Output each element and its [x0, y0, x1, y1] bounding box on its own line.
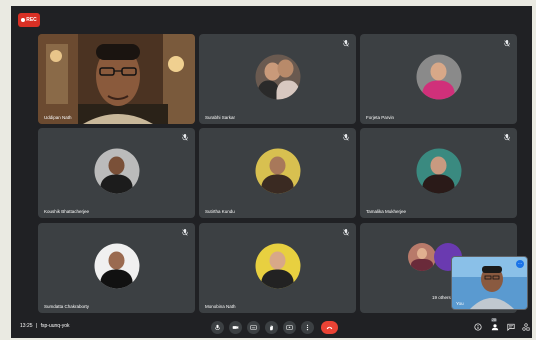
people-button[interactable]: 28 [490, 318, 499, 332]
info-icon [473, 323, 482, 331]
participant-tile[interactable]: Sumdatta Chakraborty [38, 223, 195, 313]
participant-tile[interactable]: Surabhi Sarkar [199, 34, 356, 124]
participant-avatar [255, 243, 300, 289]
participant-tile[interactable]: Sutirtha Kundu [199, 128, 356, 218]
record-dot-icon [21, 18, 26, 22]
participant-name: Tamalika Mukherjee [366, 209, 407, 214]
bottom-bar: 13:25 | fsp-uunq-yok 28 [11, 318, 532, 338]
more-options-icon[interactable]: ⋯ [516, 260, 524, 268]
participant-video [38, 34, 195, 124]
meet-window: REC Uddipan Nath Surabhi Sarkar Forjeta … [11, 6, 532, 338]
meeting-separator: | [35, 323, 38, 329]
mic-off-icon [343, 229, 349, 236]
participant-avatar [94, 148, 139, 194]
present-screen-button[interactable] [283, 321, 296, 334]
participant-name: Surabhi Sarkar [205, 115, 236, 120]
others-count: 19 others [432, 295, 451, 300]
mic-off-icon [182, 134, 188, 141]
end-call-icon [326, 326, 333, 330]
participant-tile[interactable]: Koushik Bhattacherjee [38, 128, 195, 218]
chat-icon [506, 323, 515, 331]
participant-avatar [255, 54, 300, 100]
recording-label: REC [26, 17, 37, 23]
raise-hand-button[interactable] [265, 321, 278, 334]
mic-off-icon [343, 134, 349, 141]
self-label: You [456, 301, 464, 306]
raise-hand-icon [270, 325, 273, 331]
participant-name: Uddipan Nath [44, 115, 72, 120]
mic-off-icon [504, 134, 510, 141]
mic-off-icon [182, 229, 188, 236]
participant-avatar [94, 243, 139, 289]
microphone-icon [215, 324, 220, 330]
participant-tile[interactable]: Uddipan Nath [38, 34, 195, 124]
meeting-code: fsp-uunq-yok [40, 323, 70, 329]
chat-button[interactable] [506, 322, 515, 332]
self-view[interactable]: ⋯ You [451, 256, 528, 310]
participant-tile[interactable]: Tamalika Mukherjee [360, 128, 517, 218]
others-avatar [408, 243, 436, 271]
captions-button[interactable] [247, 321, 260, 334]
people-icon [491, 324, 498, 331]
more-options-button[interactable] [301, 321, 314, 334]
participant-tile[interactable]: Forjeta Parvin [360, 34, 517, 124]
camera-button[interactable] [229, 321, 242, 334]
camera-icon [232, 326, 239, 329]
activities-icon [521, 323, 530, 331]
more-options-icon [306, 324, 309, 331]
participant-name: Sumdatta Chakraborty [44, 304, 90, 309]
meeting-info: 13:25 | fsp-uunq-yok [20, 323, 70, 329]
participant-avatar [255, 148, 300, 194]
meeting-time: 13:25 [20, 323, 33, 329]
microphone-button[interactable] [211, 321, 224, 334]
participant-name: Sutirtha Kundu [205, 209, 235, 214]
end-call-button[interactable] [321, 321, 338, 334]
activities-button[interactable] [521, 322, 530, 332]
participant-name: Forjeta Parvin [366, 115, 395, 120]
participant-avatar [416, 54, 461, 100]
present-screen-icon [286, 325, 293, 330]
mic-off-icon [343, 40, 349, 47]
participant-tile[interactable]: Monobina Nath [199, 223, 356, 313]
mic-off-icon [504, 40, 510, 47]
recording-indicator: REC [18, 13, 40, 27]
participant-name: Koushik Bhattacherjee [44, 209, 90, 214]
participant-avatar [416, 148, 461, 194]
participant-name: Monobina Nath [205, 304, 236, 309]
captions-icon [250, 325, 257, 330]
meeting-details-button[interactable] [473, 322, 482, 332]
people-count-badge: 28 [491, 318, 497, 322]
